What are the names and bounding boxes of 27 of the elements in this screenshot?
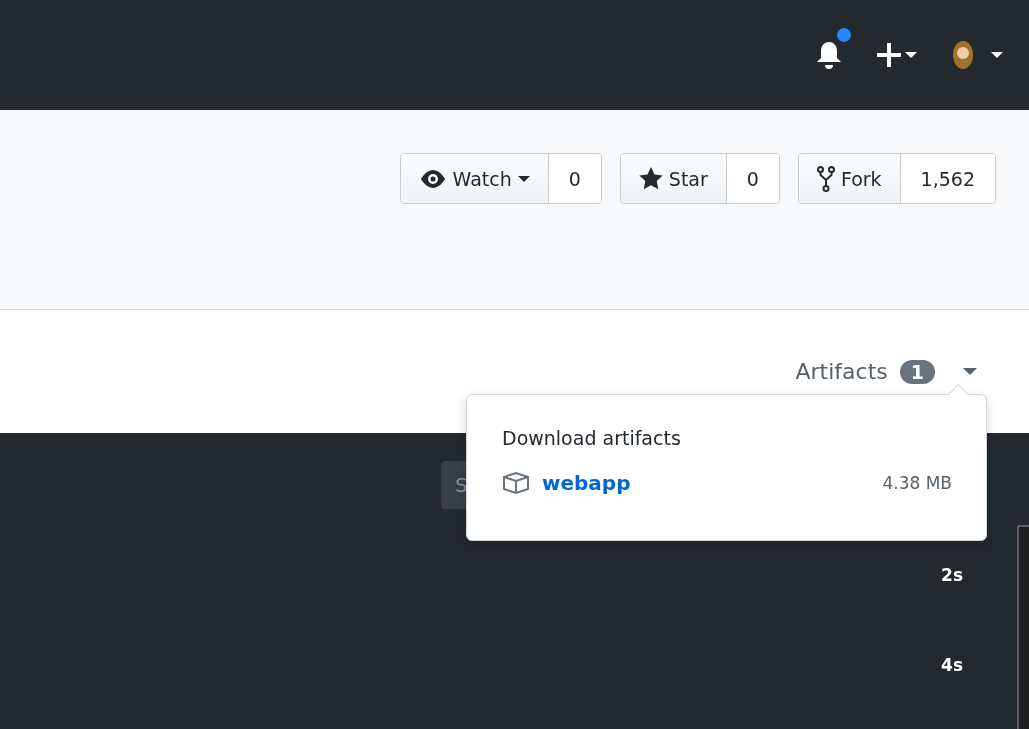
plus-icon — [877, 43, 901, 67]
caret-icon — [905, 52, 917, 58]
artifact-size: 4.38 MB — [882, 473, 952, 493]
notifications-button[interactable] — [815, 28, 851, 70]
count: 0 — [726, 154, 779, 203]
count: 1,562 — [900, 154, 995, 203]
popover-title: Download artifacts — [502, 427, 682, 449]
bell-icon — [815, 40, 843, 70]
profile-button[interactable] — [951, 40, 1003, 70]
star-button[interactable]: Star — [620, 154, 727, 203]
avatar — [951, 40, 975, 70]
artifacts-button[interactable]: Artifacts 1 — [795, 359, 977, 384]
fork-button[interactable]: Fork — [798, 154, 901, 203]
artifact-link[interactable]: webapp — [542, 471, 631, 495]
artifact-count: 1 — [899, 359, 935, 384]
step-duration: 4s — [941, 655, 963, 675]
count: 0 — [548, 154, 601, 203]
create-new-button[interactable] — [877, 43, 917, 67]
eye-icon — [418, 168, 447, 189]
package-icon — [502, 471, 530, 495]
step-duration: 2s — [941, 565, 963, 585]
fork-icon — [816, 165, 835, 192]
caret-icon — [963, 368, 977, 375]
caret-icon — [991, 52, 1003, 58]
watch-button[interactable]: Watch — [400, 154, 549, 203]
caret-icon — [517, 175, 530, 182]
star-icon — [638, 167, 663, 190]
